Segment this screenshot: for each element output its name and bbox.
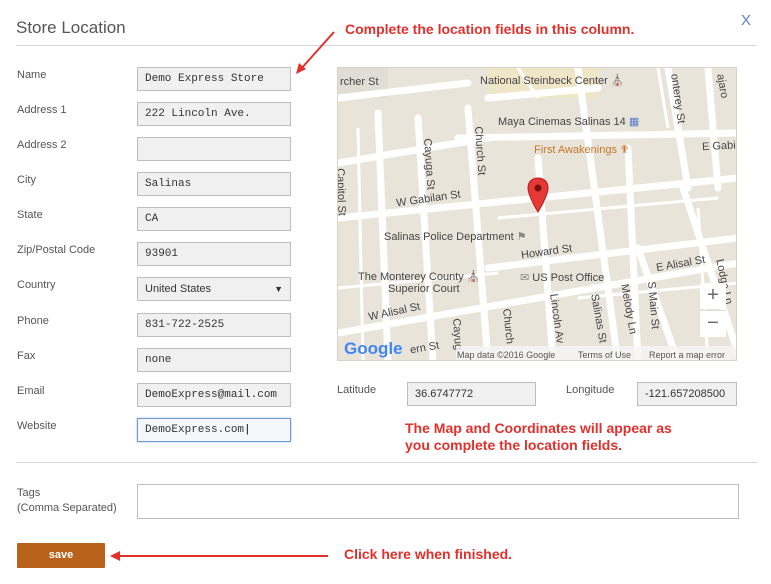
mail-icon: ✉ bbox=[520, 272, 530, 284]
country-select[interactable]: United States ▼ bbox=[137, 277, 291, 301]
museum-icon: ⛪ bbox=[610, 75, 625, 87]
state-input[interactable]: CA bbox=[137, 207, 291, 231]
label-email: Email bbox=[17, 385, 45, 397]
map-terms-link[interactable]: Terms of Use bbox=[578, 350, 631, 360]
address1-input[interactable]: 222 Lincoln Ave. bbox=[137, 102, 291, 126]
annotation-arrow-left bbox=[110, 551, 328, 561]
poi-superior-court: The Monterey County ⛪ Superior Court bbox=[358, 271, 481, 295]
restaurant-icon: ✟ bbox=[620, 144, 630, 156]
map-pin-icon[interactable] bbox=[527, 177, 549, 213]
poi-police-department: Salinas Police Department ⚑ bbox=[384, 231, 527, 243]
longitude-label: Longitude bbox=[566, 384, 615, 396]
label-phone: Phone bbox=[17, 315, 49, 327]
fax-input[interactable]: none bbox=[137, 348, 291, 372]
street-e-gabilan: E Gabilar bbox=[701, 138, 737, 154]
poi-post-office: ✉ US Post Office bbox=[520, 272, 605, 284]
website-input[interactable]: DemoExpress.com| bbox=[137, 418, 291, 442]
label-country: Country bbox=[17, 279, 56, 291]
tags-divider bbox=[16, 462, 757, 463]
dialog-title: Store Location bbox=[16, 18, 126, 37]
street-archer: rcher St bbox=[340, 76, 379, 88]
label-name: Name bbox=[17, 69, 47, 81]
google-logo[interactable]: Google bbox=[344, 339, 403, 359]
name-input[interactable]: Demo Express Store bbox=[137, 67, 291, 91]
save-button[interactable]: save bbox=[17, 543, 105, 568]
poi-steinbeck-center: National Steinbeck Center ⛪ bbox=[480, 75, 625, 87]
zoom-out-button[interactable]: − bbox=[700, 310, 726, 337]
tags-label: Tags (Comma Separated) bbox=[17, 487, 117, 514]
label-fax: Fax bbox=[17, 350, 36, 362]
label-city: City bbox=[17, 174, 36, 186]
email-input[interactable]: DemoExpress@mail.com bbox=[137, 383, 291, 407]
location-map[interactable]: rcher St Capitol St Cayuga St Church St … bbox=[337, 67, 737, 361]
poi-first-awakenings: First Awakenings ✟ bbox=[534, 144, 630, 156]
address2-input[interactable] bbox=[137, 137, 291, 161]
website-value: DemoExpress.com bbox=[145, 424, 245, 436]
longitude-input[interactable]: -121.657208500 bbox=[637, 382, 737, 406]
header-divider bbox=[16, 45, 757, 46]
country-selected-value: United States bbox=[145, 283, 212, 295]
poi-maya-cinemas: Maya Cinemas Salinas 14 ▦ bbox=[498, 116, 640, 128]
annotation-complete-fields: Complete the location fields in this col… bbox=[345, 21, 635, 37]
tags-input[interactable] bbox=[137, 484, 739, 519]
label-address2: Address 2 bbox=[17, 139, 67, 151]
police-icon: ⚑ bbox=[516, 231, 527, 243]
annotation-click-when-finished: Click here when finished. bbox=[344, 546, 513, 562]
street-capitol: Capitol St bbox=[337, 168, 348, 217]
zoom-in-button[interactable]: + bbox=[700, 283, 726, 309]
city-input[interactable]: Salinas bbox=[137, 172, 291, 196]
latitude-input[interactable]: 36.6747772 bbox=[407, 382, 536, 406]
label-address1: Address 1 bbox=[17, 104, 67, 116]
label-website: Website bbox=[17, 420, 57, 432]
film-icon: ▦ bbox=[628, 116, 640, 128]
phone-input[interactable]: 831-722-2525 bbox=[137, 313, 291, 337]
map-data-attribution: Map data ©2016 Google bbox=[457, 350, 556, 360]
building-icon: ⛪ bbox=[466, 271, 481, 283]
close-icon[interactable]: X bbox=[741, 12, 751, 29]
chevron-down-icon: ▼ bbox=[274, 284, 283, 294]
latitude-label: Latitude bbox=[337, 384, 377, 396]
map-report-error-link[interactable]: Report a map error bbox=[649, 350, 725, 360]
label-state: State bbox=[17, 209, 43, 221]
zip-input[interactable]: 93901 bbox=[137, 242, 291, 266]
label-zip: Zip/Postal Code bbox=[17, 244, 96, 256]
annotation-map-coordinates: The Map and Coordinates will appear as y… bbox=[405, 420, 672, 453]
